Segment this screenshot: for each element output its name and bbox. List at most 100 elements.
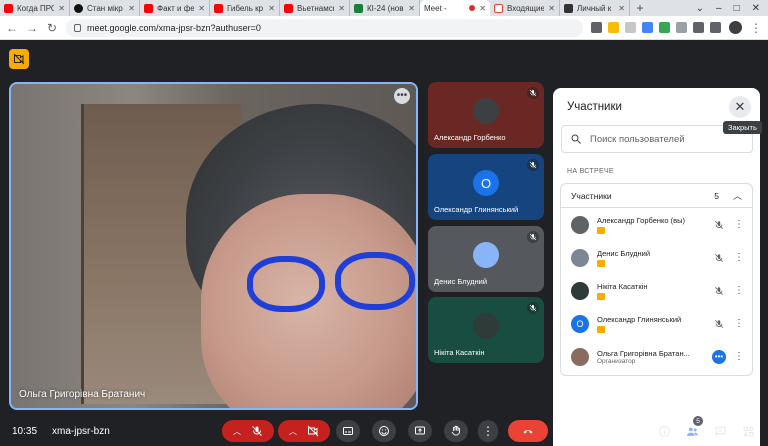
close-panel-button[interactable]: ✕: [729, 96, 751, 118]
github-icon: [74, 3, 83, 13]
camera-toggle-button[interactable]: ︿: [278, 420, 330, 442]
reload-button[interactable]: ↻: [46, 21, 58, 35]
extension-icon[interactable]: [676, 22, 687, 33]
participant-avatar: [571, 347, 589, 366]
chat-button[interactable]: [712, 423, 728, 439]
youtube-icon: [4, 3, 13, 13]
meeting-time: 10:35: [12, 426, 38, 437]
maximize-button[interactable]: □: [734, 3, 740, 14]
close-tab-icon[interactable]: ✕: [548, 4, 555, 13]
close-tab-icon[interactable]: ✕: [268, 4, 275, 13]
camera-off-warning-icon[interactable]: [9, 49, 29, 69]
browser-tab[interactable]: Стан мікр ✕: [70, 0, 140, 16]
tab-search-icon[interactable]: ⌄: [696, 3, 704, 14]
close-tab-icon[interactable]: ✕: [479, 4, 486, 13]
side-video-tile[interactable]: Нікіта Касаткін: [428, 297, 544, 363]
browser-tab[interactable]: Личный к ✕: [560, 0, 630, 16]
close-tab-icon[interactable]: ✕: [618, 4, 625, 13]
puzzle-icon[interactable]: [693, 22, 704, 33]
participants-count: 5: [714, 190, 719, 201]
sidebar-icon[interactable]: [710, 22, 721, 33]
browser-tab[interactable]: КІ-24 (нов ✕: [350, 0, 420, 16]
browser-tab[interactable]: Когда ПРО ✕: [0, 0, 70, 16]
section-label: НА ВСТРЕЧЕ: [567, 168, 614, 175]
profile-avatar[interactable]: [729, 21, 742, 34]
participant-avatar: [473, 313, 499, 340]
side-video-tile[interactable]: Александр Горбенко: [428, 82, 544, 148]
gmail-icon: [494, 3, 503, 13]
minimize-button[interactable]: –: [716, 3, 722, 14]
camera-icon[interactable]: [591, 22, 602, 33]
participant-row[interactable]: Нікіта Касаткін ⋮: [561, 274, 752, 307]
microphone-toggle-button[interactable]: ︿: [222, 420, 274, 442]
close-tab-icon[interactable]: ✕: [338, 4, 345, 13]
mic-off-icon: [527, 302, 539, 314]
activities-button[interactable]: [740, 423, 756, 439]
meeting-info-button[interactable]: [656, 423, 672, 439]
share-icon[interactable]: [608, 22, 619, 33]
search-icon: [571, 134, 581, 144]
chevron-up-icon[interactable]: ︿: [233, 426, 241, 437]
menu-icon[interactable]: ⋮: [750, 21, 762, 35]
close-tab-icon[interactable]: ✕: [198, 4, 205, 13]
browser-tab[interactable]: Гибель кр ✕: [210, 0, 280, 16]
close-tab-icon[interactable]: ✕: [408, 4, 415, 13]
mic-off-icon[interactable]: [712, 253, 726, 263]
more-options-button[interactable]: ⋮: [478, 420, 498, 442]
activities-icon: [742, 426, 753, 436]
window-controls: ⌄ – □ ✕: [696, 0, 768, 16]
close-tooltip: Закрыть: [723, 121, 762, 134]
mic-off-icon: [252, 426, 262, 436]
main-tile-name: Ольга Григорівна Братанич: [19, 389, 146, 400]
chevron-up-icon[interactable]: ︿: [289, 426, 297, 437]
participants-group-header[interactable]: Участники 5 ︿: [561, 184, 752, 208]
more-options-icon[interactable]: ⋮: [734, 318, 744, 329]
youtube-icon: [214, 3, 223, 13]
browser-tab[interactable]: Факт и фе ✕: [140, 0, 210, 16]
more-options-icon[interactable]: ⋮: [734, 252, 744, 263]
close-tab-icon[interactable]: ✕: [128, 4, 135, 13]
captions-button[interactable]: [336, 420, 360, 442]
participant-row[interactable]: O Олександр Глинянський ⋮: [561, 307, 752, 340]
recording-dot-icon: [469, 5, 476, 11]
back-button[interactable]: ←: [6, 21, 18, 35]
more-options-icon[interactable]: ⋮: [734, 219, 744, 230]
people-icon: [686, 426, 698, 436]
meet-stage: ••• Ольга Григорівна Братанич Александр …: [0, 40, 768, 446]
new-tab-button[interactable]: +: [630, 0, 650, 16]
reactions-button[interactable]: [372, 420, 396, 442]
browser-tab-active[interactable]: Meet - ✕: [420, 0, 490, 16]
url-field[interactable]: meet.google.com/xma-jpsr-bzn?authuser=0: [66, 18, 583, 37]
participant-row[interactable]: Денис Блудний ⋮: [561, 241, 752, 274]
main-video-tile[interactable]: ••• Ольга Григорівна Братанич: [9, 82, 418, 410]
meeting-code: xma-jpsr-bzn: [52, 426, 110, 437]
extension-icon[interactable]: [642, 22, 653, 33]
mic-off-icon[interactable]: [712, 286, 726, 296]
extensions-area: [591, 22, 721, 33]
raise-hand-button[interactable]: [444, 420, 468, 442]
close-window-button[interactable]: ✕: [752, 3, 760, 14]
tile-more-options-button[interactable]: •••: [394, 88, 410, 104]
participant-avatar: O: [473, 170, 499, 197]
star-icon[interactable]: [625, 22, 636, 33]
mic-off-icon[interactable]: [712, 220, 726, 230]
browser-tab-strip: Когда ПРО ✕ Стан мікр ✕ Факт и фе ✕ Гибель …: [0, 0, 768, 16]
more-options-icon[interactable]: ⋮: [734, 285, 744, 296]
extension-icon[interactable]: [659, 22, 670, 33]
chevron-up-icon[interactable]: ︿: [733, 189, 742, 202]
browser-tab[interactable]: Вьетнамск ✕: [280, 0, 350, 16]
forward-button[interactable]: →: [26, 21, 38, 35]
camera-off-icon: [307, 425, 319, 437]
end-call-button[interactable]: [508, 420, 548, 442]
participant-row[interactable]: Ольга Григорівна Братан... Организатор ••…: [561, 340, 752, 373]
more-options-icon[interactable]: ⋮: [734, 351, 744, 362]
browser-tab[interactable]: Входящие ✕: [490, 0, 560, 16]
mic-off-icon[interactable]: [712, 319, 726, 329]
close-tab-icon[interactable]: ✕: [58, 4, 65, 13]
host-badge-icon: [597, 259, 605, 267]
side-video-tile[interactable]: O Олександр Глинянський: [428, 154, 544, 220]
mic-off-icon: [527, 231, 539, 243]
present-screen-button[interactable]: [408, 420, 432, 442]
participant-row[interactable]: Александр Горбенко (вы) ⋮: [561, 208, 752, 241]
side-video-tile[interactable]: Денис Блудний: [428, 226, 544, 292]
